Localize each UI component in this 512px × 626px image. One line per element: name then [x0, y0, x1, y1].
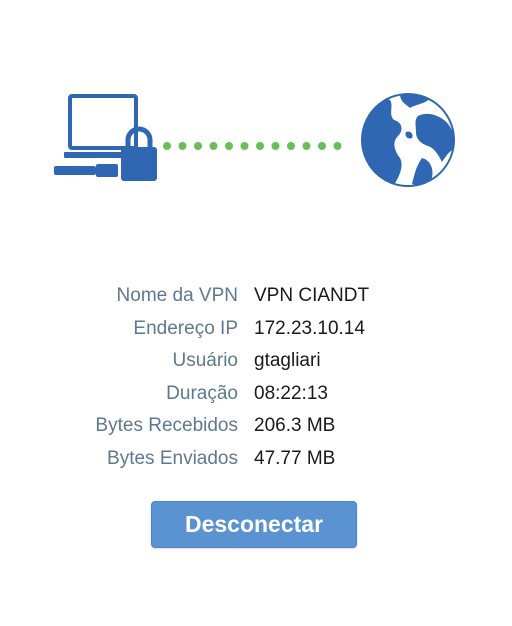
computer-lock-icon — [54, 94, 157, 181]
disconnect-button[interactable]: Desconectar — [151, 501, 357, 548]
ip-address-label: Endereço IP — [133, 317, 238, 339]
vpn-name-label: Nome da VPN — [116, 285, 238, 306]
ip-address-value: 172.23.10.14 — [254, 317, 365, 339]
bytes-sent-row: Bytes Enviados 47.77 MB — [0, 443, 512, 476]
ip-address-row: Endereço IP 172.23.10.14 — [0, 313, 512, 346]
connection-dots — [163, 142, 342, 150]
duration-label: Duração — [166, 382, 238, 404]
vpn-info-table: Nome da VPN VPN CIANDT Endereço IP 172.2… — [0, 280, 512, 475]
globe-icon — [361, 93, 455, 187]
bytes-received-value: 206.3 MB — [254, 415, 336, 436]
duration-row: Duração 08:22:13 — [0, 378, 512, 411]
bytes-sent-label: Bytes Enviados — [107, 447, 238, 469]
user-value: gtagliari — [254, 350, 321, 371]
bytes-received-row: Bytes Recebidos 206.3 MB — [0, 410, 512, 443]
user-row: Usuário gtagliari — [0, 345, 512, 378]
bytes-sent-value: 47.77 MB — [254, 447, 336, 469]
duration-value: 08:22:13 — [254, 382, 328, 404]
vpn-name-row: Nome da VPN VPN CIANDT — [0, 280, 512, 313]
user-label: Usuário — [172, 350, 238, 371]
bytes-received-label: Bytes Recebidos — [95, 415, 238, 436]
vpn-name-value: VPN CIANDT — [254, 285, 370, 306]
connection-illustration — [0, 0, 512, 230]
